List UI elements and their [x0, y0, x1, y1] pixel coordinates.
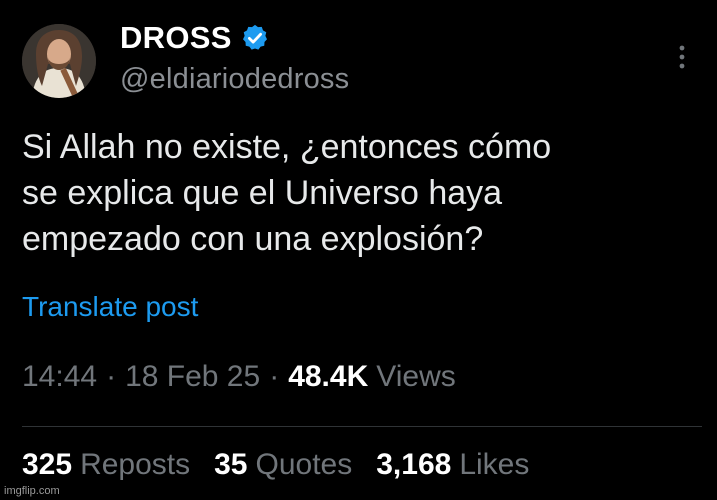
post-card: DROSS @eldiariodedross Si Allah no exist…	[0, 0, 717, 500]
post-time[interactable]: 14:44	[22, 360, 97, 394]
quotes-label: Quotes	[255, 448, 353, 481]
divider	[22, 426, 702, 427]
reposts-label: Reposts	[80, 448, 191, 481]
author-handle[interactable]: @eldiariodedross	[120, 63, 349, 96]
post-date[interactable]: 18 Feb 25	[125, 360, 260, 394]
quotes-stat[interactable]: 35 Quotes	[214, 448, 352, 482]
reposts-count: 325	[22, 448, 73, 481]
watermark: imgflip.com	[4, 485, 60, 497]
likes-stat[interactable]: 3,168 Likes	[376, 448, 529, 482]
author-name-row[interactable]: DROSS	[120, 18, 270, 58]
display-name[interactable]: DROSS	[120, 20, 232, 56]
avatar[interactable]	[22, 24, 96, 98]
more-options-icon[interactable]	[670, 42, 694, 72]
post-metadata: 14:44 · 18 Feb 25 · 48.4K Views	[22, 360, 456, 394]
likes-count: 3,168	[376, 448, 452, 481]
views-count: 48.4K	[288, 360, 369, 393]
translate-post-link[interactable]: Translate post	[22, 291, 198, 323]
avatar-photo	[22, 24, 96, 98]
verified-badge-icon	[240, 23, 270, 53]
engagement-stats: 325 Reposts 35 Quotes 3,168 Likes	[22, 448, 529, 482]
separator-dot: ·	[106, 360, 117, 393]
likes-label: Likes	[459, 448, 530, 481]
reposts-stat[interactable]: 325 Reposts	[22, 448, 190, 482]
post-text: Si Allah no existe, ¿entonces cómo se ex…	[22, 128, 552, 258]
separator-dot: ·	[269, 360, 280, 393]
views-label: Views	[376, 360, 456, 393]
quotes-count: 35	[214, 448, 248, 481]
